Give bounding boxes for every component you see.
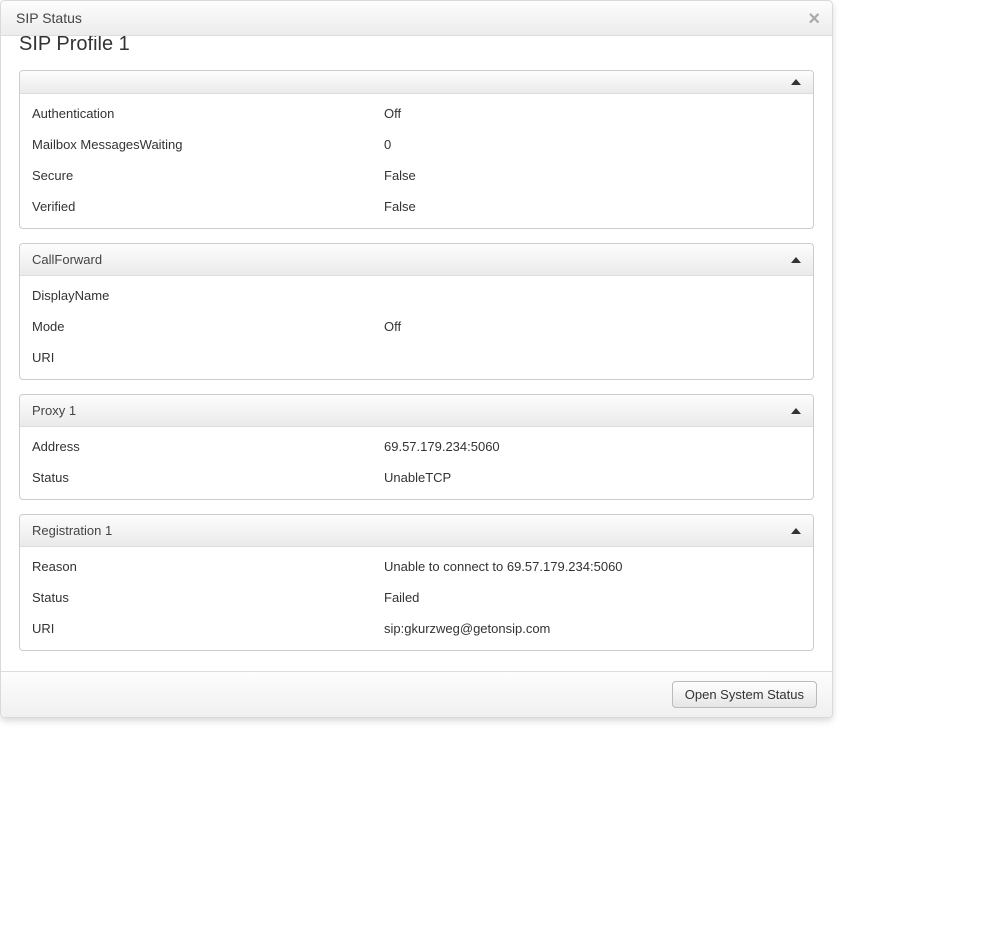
sip-status-modal: SIP Status × SIP Profile 1 Authenticatio… xyxy=(0,0,833,718)
row-uri: URI xyxy=(20,342,813,373)
row-label: DisplayName xyxy=(32,288,384,303)
modal-title: SIP Status xyxy=(16,10,82,26)
row-value: False xyxy=(384,199,801,214)
row-value xyxy=(384,350,801,365)
close-icon[interactable]: × xyxy=(808,9,820,29)
chevron-up-icon xyxy=(791,408,801,414)
open-system-status-button[interactable]: Open System Status xyxy=(672,681,817,708)
panel-registration1-header[interactable]: Registration 1 xyxy=(20,515,813,547)
row-value: Off xyxy=(384,319,801,334)
row-label: Address xyxy=(32,439,384,454)
chevron-up-icon xyxy=(791,528,801,534)
row-value xyxy=(384,288,801,303)
row-label: URI xyxy=(32,621,384,636)
row-reg-uri: URI sip:gkurzweg@getonsip.com xyxy=(20,613,813,644)
row-verified: Verified False xyxy=(20,191,813,222)
row-value: Unable to connect to 69.57.179.234:5060 xyxy=(384,559,801,574)
panel-registration1-title: Registration 1 xyxy=(32,523,112,538)
panel-proxy1-title: Proxy 1 xyxy=(32,403,76,418)
row-label: Status xyxy=(32,470,384,485)
row-label: Verified xyxy=(32,199,384,214)
chevron-up-icon xyxy=(791,257,801,263)
row-label: Mode xyxy=(32,319,384,334)
row-value: False xyxy=(384,168,801,183)
row-label: Secure xyxy=(32,168,384,183)
row-value: Off xyxy=(384,106,801,121)
panel-callforward-header[interactable]: CallForward xyxy=(20,244,813,276)
row-label: Mailbox MessagesWaiting xyxy=(32,137,384,152)
panel-auth-body: Authentication Off Mailbox MessagesWaiti… xyxy=(20,94,813,228)
panel-proxy1-header[interactable]: Proxy 1 xyxy=(20,395,813,427)
row-mode: Mode Off xyxy=(20,311,813,342)
row-label: Authentication xyxy=(32,106,384,121)
chevron-up-icon xyxy=(791,79,801,85)
row-displayname: DisplayName xyxy=(20,280,813,311)
panel-registration1: Registration 1 Reason Unable to connect … xyxy=(19,514,814,651)
row-label: URI xyxy=(32,350,384,365)
modal-footer: Open System Status xyxy=(1,671,832,717)
panel-proxy1-body: Address 69.57.179.234:5060 Status Unable… xyxy=(20,427,813,499)
panel-callforward-body: DisplayName Mode Off URI xyxy=(20,276,813,379)
row-label: Reason xyxy=(32,559,384,574)
row-label: Status xyxy=(32,590,384,605)
row-reg-status: Status Failed xyxy=(20,582,813,613)
row-value: Failed xyxy=(384,590,801,605)
panel-auth: Authentication Off Mailbox MessagesWaiti… xyxy=(19,70,814,229)
row-reg-reason: Reason Unable to connect to 69.57.179.23… xyxy=(20,551,813,582)
row-proxy-status: Status UnableTCP xyxy=(20,462,813,493)
panel-callforward: CallForward DisplayName Mode Off URI xyxy=(19,243,814,380)
row-proxy-address: Address 69.57.179.234:5060 xyxy=(20,431,813,462)
row-value: sip:gkurzweg@getonsip.com xyxy=(384,621,801,636)
row-value: 0 xyxy=(384,137,801,152)
row-value: UnableTCP xyxy=(384,470,801,485)
panel-registration1-body: Reason Unable to connect to 69.57.179.23… xyxy=(20,547,813,650)
panel-auth-header[interactable] xyxy=(20,71,813,94)
row-mailbox-messages-waiting: Mailbox MessagesWaiting 0 xyxy=(20,129,813,160)
panel-callforward-title: CallForward xyxy=(32,252,102,267)
modal-body[interactable]: SIP Profile 1 Authentication Off Mailbox… xyxy=(1,36,832,671)
modal-header: SIP Status × xyxy=(1,1,832,36)
profile-title: SIP Profile 1 xyxy=(1,36,832,56)
row-authentication: Authentication Off xyxy=(20,98,813,129)
panel-proxy1: Proxy 1 Address 69.57.179.234:5060 Statu… xyxy=(19,394,814,500)
row-value: 69.57.179.234:5060 xyxy=(384,439,801,454)
row-secure: Secure False xyxy=(20,160,813,191)
